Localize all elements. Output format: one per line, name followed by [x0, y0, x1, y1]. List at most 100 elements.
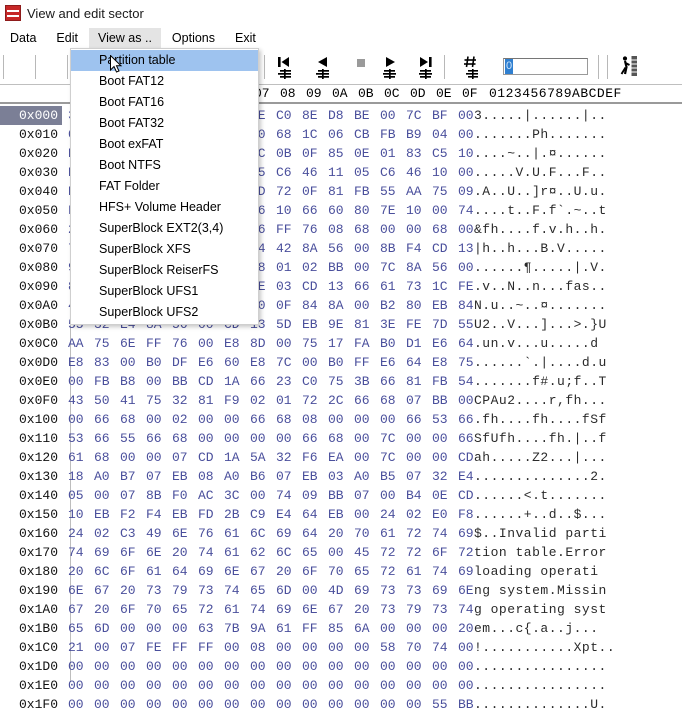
hex-byte[interactable]: 65 — [302, 543, 328, 562]
hex-byte[interactable]: 6E — [172, 524, 198, 543]
hex-row[interactable]: 0x0C0AA756EFF7600E88D007517FAB0D1E664.un… — [0, 334, 682, 353]
hex-byte[interactable]: 20 — [276, 562, 302, 581]
hex-byte[interactable]: 9E — [328, 315, 354, 334]
hex-byte[interactable]: EB — [328, 505, 354, 524]
hex-byte[interactable]: 81 — [328, 182, 354, 201]
hex-row-ascii[interactable]: tion table.Error — [474, 543, 607, 562]
hex-byte[interactable]: 7C — [380, 429, 406, 448]
hex-row[interactable]: 0x1D000000000000000000000000000000000...… — [0, 657, 682, 676]
menu-exit[interactable]: Exit — [226, 28, 265, 48]
hex-row-bytes[interactable]: 656D000000637B9A61FF856A00000020 — [62, 619, 474, 638]
hex-byte[interactable]: 10 — [68, 505, 94, 524]
hex-byte[interactable]: 32 — [276, 448, 302, 467]
hex-byte[interactable]: 00 — [432, 619, 458, 638]
hex-byte[interactable]: 66 — [146, 429, 172, 448]
hex-row-ascii[interactable]: g operating syst — [474, 600, 607, 619]
hex-byte[interactable]: 9A — [250, 619, 276, 638]
hex-byte[interactable]: 75 — [302, 334, 328, 353]
hex-byte[interactable]: 05 — [354, 163, 380, 182]
hex-byte[interactable]: 60 — [328, 201, 354, 220]
hex-byte[interactable]: 73 — [380, 581, 406, 600]
hex-byte[interactable]: 75 — [432, 182, 458, 201]
hex-byte[interactable]: 72 — [406, 524, 432, 543]
hex-byte[interactable]: BB — [328, 258, 354, 277]
hex-byte[interactable]: 1A — [224, 448, 250, 467]
hex-byte[interactable]: 02 — [250, 391, 276, 410]
hex-byte[interactable]: 43 — [68, 391, 94, 410]
hex-byte[interactable]: 8B — [146, 486, 172, 505]
hex-row-bytes[interactable]: AA756EFF7600E88D007517FAB0D1E664 — [62, 334, 474, 353]
hex-byte[interactable]: 85 — [328, 619, 354, 638]
hex-byte[interactable]: D8 — [328, 106, 354, 125]
hex-byte[interactable]: 61 — [276, 619, 302, 638]
hex-byte[interactable]: B0 — [328, 353, 354, 372]
dropdown-item-superblock-ext2-3-4[interactable]: SuperBlock EXT2(3,4) — [71, 218, 258, 239]
next-sector-button[interactable] — [376, 54, 406, 80]
dropdown-item-partition-table[interactable]: Partition table — [71, 50, 258, 71]
hex-byte[interactable]: A0 — [224, 467, 250, 486]
hex-byte[interactable]: 65 — [250, 581, 276, 600]
hex-byte[interactable]: 18 — [68, 467, 94, 486]
hex-byte[interactable]: 20 — [354, 600, 380, 619]
hex-row-bytes[interactable]: 00FBB800BBCD1A6623C0753B6681FB54 — [62, 372, 474, 391]
hex-byte[interactable]: 6E — [120, 334, 146, 353]
hex-row-bytes[interactable]: 00666800020000666808000000665366 — [62, 410, 474, 429]
hex-byte[interactable]: AA — [406, 182, 432, 201]
hex-byte[interactable]: 00 — [354, 429, 380, 448]
hex-byte[interactable]: 0F — [276, 296, 302, 315]
hex-byte[interactable]: 6F — [432, 543, 458, 562]
hex-byte[interactable]: 00 — [146, 410, 172, 429]
hex-byte[interactable]: 56 — [328, 239, 354, 258]
hex-byte[interactable]: EB — [432, 296, 458, 315]
hex-row-ascii[interactable]: ....~..|.¤...... — [474, 144, 607, 163]
hex-byte[interactable]: 00 — [276, 695, 302, 714]
hex-byte[interactable]: 00 — [198, 657, 224, 676]
hex-byte[interactable]: 0E — [432, 486, 458, 505]
hex-byte[interactable]: 69 — [276, 524, 302, 543]
hex-byte[interactable]: 00 — [328, 543, 354, 562]
hex-byte[interactable]: 68 — [172, 429, 198, 448]
hex-byte[interactable]: 61 — [146, 562, 172, 581]
hex-byte[interactable]: 13 — [328, 277, 354, 296]
hex-row[interactable]: 0x1206168000007CD1A5A32F6EA007C0000CDah.… — [0, 448, 682, 467]
hex-byte[interactable]: FE — [146, 638, 172, 657]
hex-byte[interactable]: 76 — [198, 524, 224, 543]
hex-row-ascii[interactable]: 3.....|......|.. — [474, 106, 607, 125]
hex-byte[interactable]: 00 — [302, 657, 328, 676]
hex-byte[interactable]: 00 — [380, 619, 406, 638]
hex-byte[interactable]: FB — [354, 182, 380, 201]
hex-byte[interactable]: F0 — [172, 486, 198, 505]
hex-byte[interactable]: AC — [198, 486, 224, 505]
hex-byte[interactable]: FE — [406, 315, 432, 334]
hex-byte[interactable]: BE — [354, 106, 380, 125]
hex-row-ascii[interactable]: .....V.U.F...F.. — [474, 163, 607, 182]
hex-byte[interactable]: 6D — [276, 581, 302, 600]
hex-byte[interactable]: 64 — [172, 562, 198, 581]
hex-byte[interactable]: 05 — [68, 486, 94, 505]
hex-byte[interactable]: 02 — [302, 258, 328, 277]
hex-byte[interactable]: EA — [328, 448, 354, 467]
menu-options[interactable]: Options — [163, 28, 224, 48]
hex-byte[interactable]: 11 — [328, 163, 354, 182]
hex-byte[interactable]: 72 — [380, 562, 406, 581]
hex-byte[interactable]: 20 — [328, 524, 354, 543]
hex-byte[interactable]: 07 — [406, 391, 432, 410]
hex-byte[interactable]: 00 — [380, 676, 406, 695]
hex-byte[interactable]: 32 — [172, 391, 198, 410]
hex-byte[interactable]: 00 — [94, 638, 120, 657]
hex-byte[interactable]: 6C — [250, 524, 276, 543]
hex-byte[interactable]: B0 — [380, 334, 406, 353]
hex-byte[interactable]: 65 — [68, 619, 94, 638]
hex-row-ascii[interactable]: ....t..F.f`.~..t — [474, 201, 607, 220]
hex-byte[interactable]: 20 — [172, 543, 198, 562]
hex-byte[interactable]: 69 — [94, 543, 120, 562]
hex-byte[interactable]: 00 — [406, 220, 432, 239]
hex-byte[interactable]: 00 — [328, 657, 354, 676]
hex-byte[interactable]: 46 — [406, 163, 432, 182]
hex-byte[interactable]: 07 — [146, 467, 172, 486]
hex-byte[interactable]: 42 — [276, 239, 302, 258]
hex-byte[interactable]: 6F — [120, 562, 146, 581]
hex-row-bytes[interactable]: 206C6F6164696E67206F706572617469 — [62, 562, 474, 581]
hex-byte[interactable]: 74 — [250, 600, 276, 619]
hex-byte[interactable]: 70 — [328, 562, 354, 581]
